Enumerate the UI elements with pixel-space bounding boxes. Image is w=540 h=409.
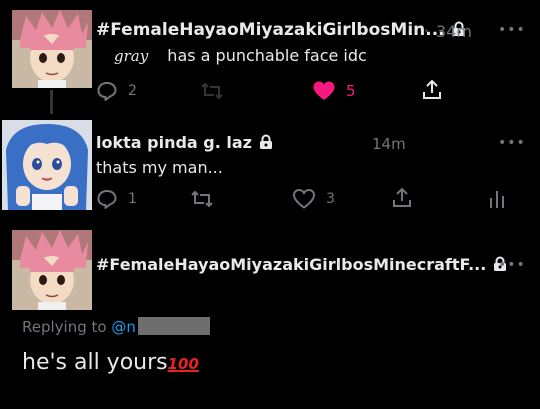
avatar[interactable] (2, 120, 92, 210)
reply-button[interactable]: 2 (96, 80, 137, 102)
heart-filled-icon (313, 81, 335, 100)
tweet-text: gray has a punchable face idc (114, 46, 367, 65)
reply-count: 1 (128, 191, 137, 207)
replying-label: Replying to (22, 318, 107, 336)
tweet-time[interactable]: 14m (372, 135, 406, 153)
like-button[interactable]: 5 (312, 80, 356, 102)
views-button[interactable] (486, 188, 508, 210)
views-icon (490, 191, 504, 208)
retweet-button[interactable] (200, 80, 224, 102)
tweet-body: he's all yours (22, 350, 168, 375)
handwritten-name: gray (114, 47, 149, 65)
avatar[interactable] (12, 230, 92, 310)
replying-to: Replying to @n (22, 317, 210, 336)
retweet-button[interactable] (190, 188, 214, 210)
lock-icon (258, 134, 274, 154)
share-button[interactable] (420, 78, 444, 102)
thread-line (50, 90, 53, 114)
display-name[interactable]: #FemaleHayaoMiyazakiGirlbosMinecraftF... (96, 255, 508, 276)
avatar-natsu-image (12, 10, 92, 88)
tweet-time[interactable]: 34m (436, 22, 472, 41)
like-button[interactable]: 3 (292, 188, 335, 210)
hundred-points-icon: 100 (167, 355, 199, 373)
more-icon[interactable]: ••• (498, 257, 526, 273)
display-name[interactable]: #FemaleHayaoMiyazakiGirlbosMin... (96, 20, 467, 42)
retweet-icon (191, 190, 213, 208)
tweet-separator: · (424, 22, 429, 40)
like-count: 3 (326, 191, 335, 207)
avatar-natsu-image (12, 230, 92, 310)
reply-icon (97, 190, 117, 209)
more-icon[interactable]: ••• (498, 135, 526, 151)
tweet-body: has a punchable face idc (167, 46, 367, 65)
share-icon (423, 79, 441, 99)
heart-icon (292, 188, 316, 209)
reply-count: 2 (128, 83, 137, 99)
redaction-box (137, 317, 210, 335)
tweet-body: thats my man... (96, 158, 223, 177)
display-name[interactable]: lokta pinda g. laz (96, 133, 274, 154)
share-icon (393, 187, 411, 207)
like-count: 5 (346, 82, 356, 100)
avatar-juvia-image (2, 120, 92, 210)
reply-button[interactable]: 1 (96, 188, 137, 210)
replying-handle[interactable]: @n (111, 318, 136, 336)
avatar[interactable] (12, 10, 92, 88)
more-icon[interactable]: ••• (498, 22, 526, 38)
reply-icon (97, 82, 117, 101)
share-button[interactable] (390, 186, 414, 210)
tweet-text: he's all yours100 (22, 350, 199, 375)
retweet-icon (201, 82, 223, 100)
